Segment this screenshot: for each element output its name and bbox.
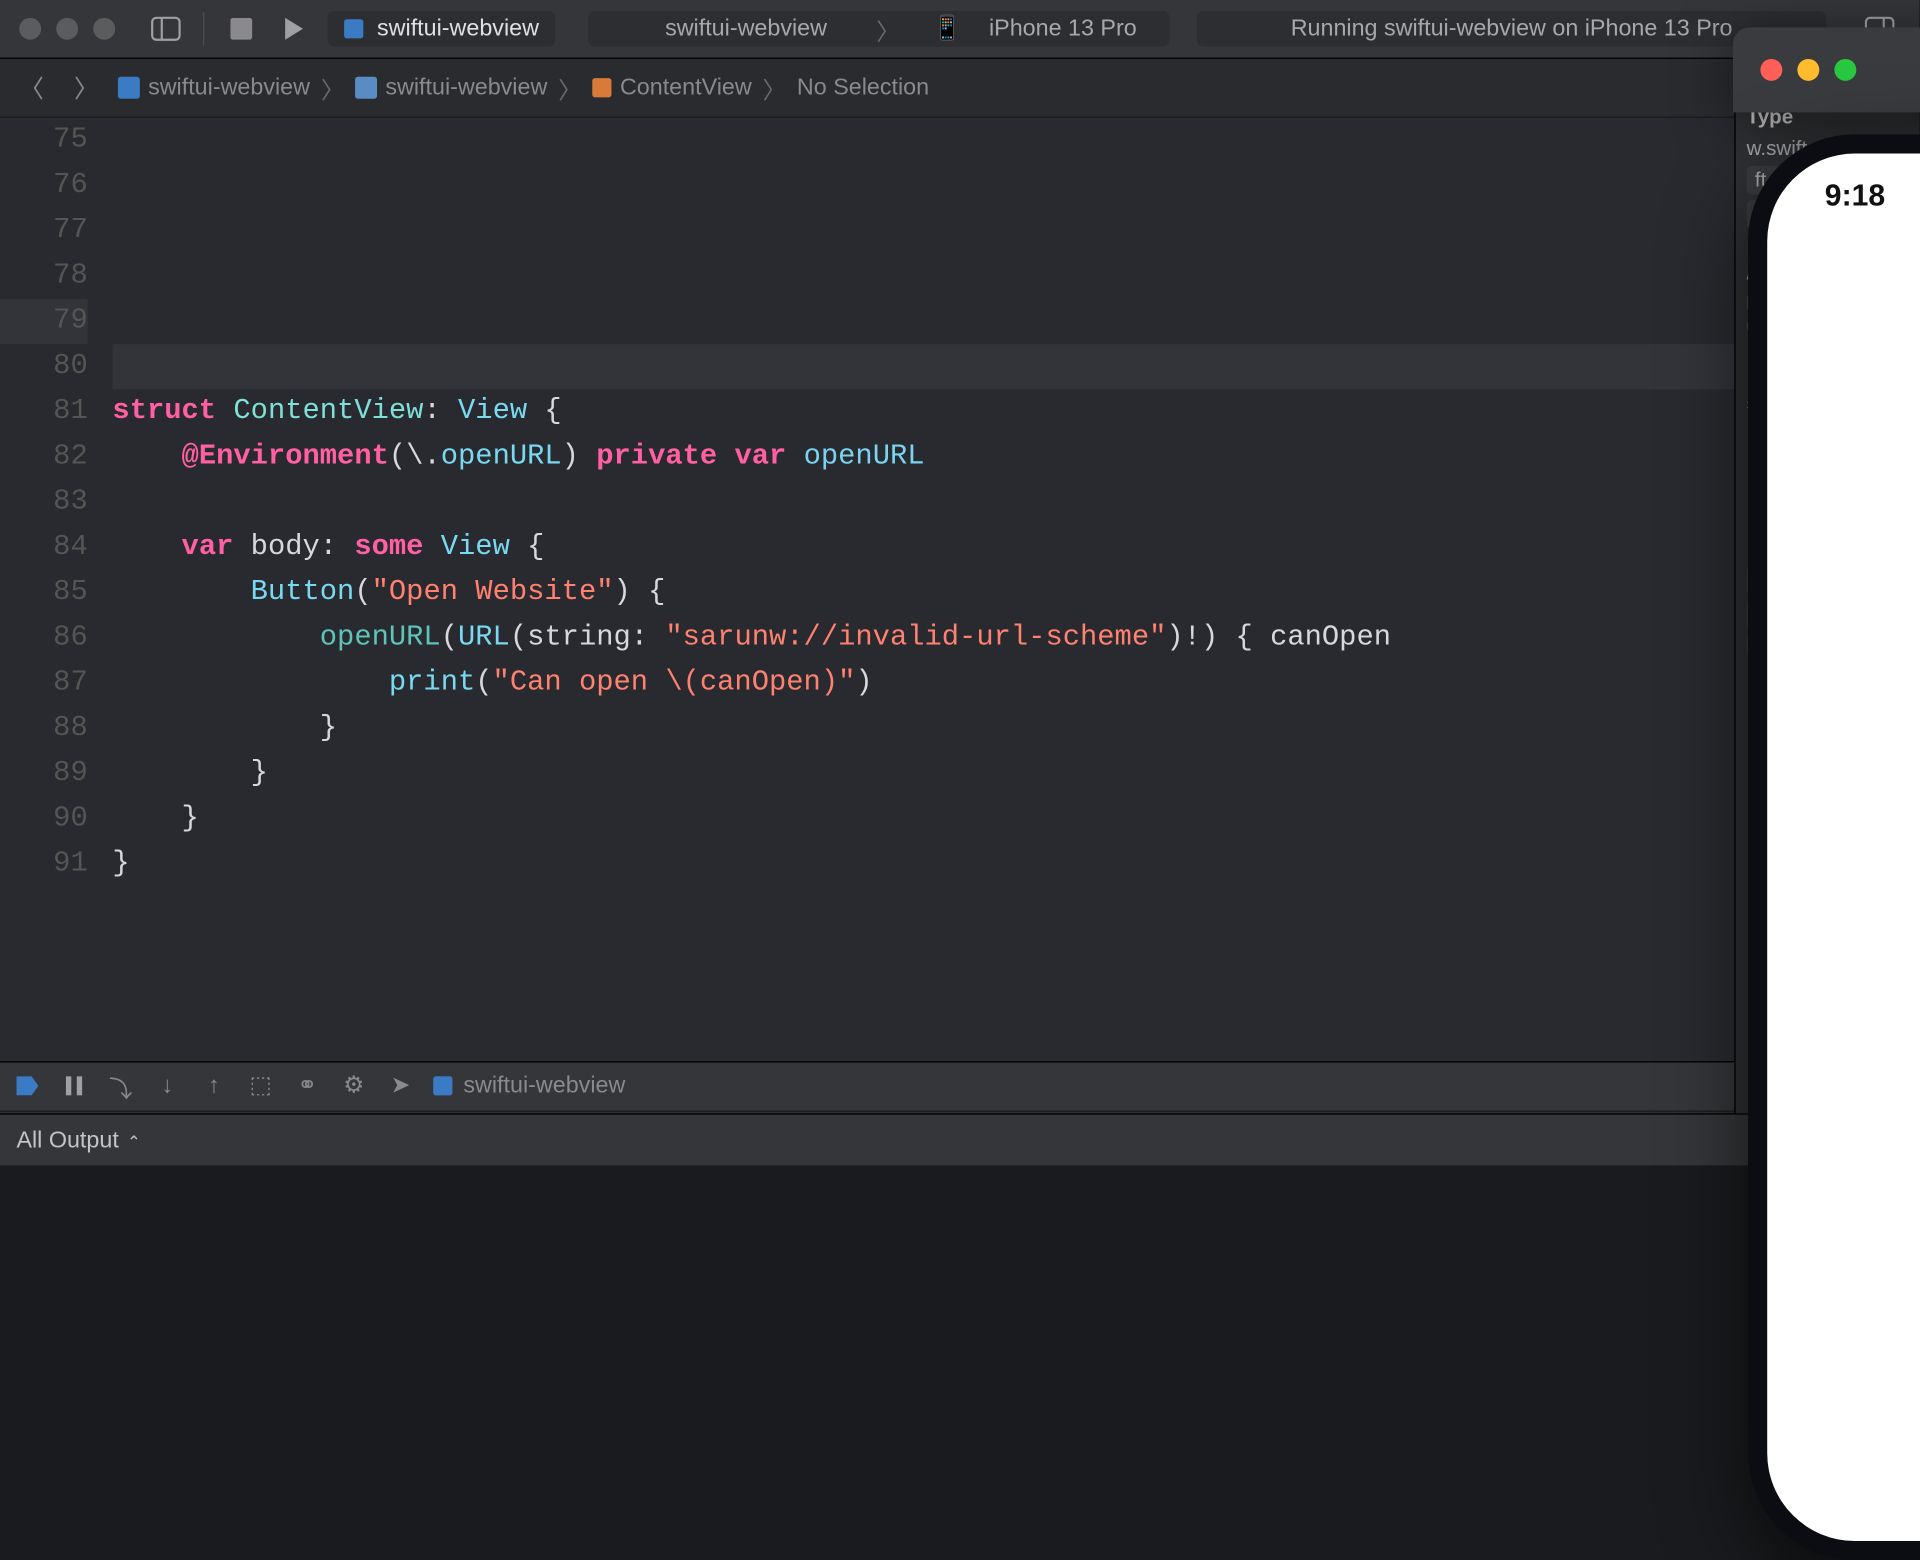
- debug-toolbar: ⤵︎ ↓ ↑ ⬚ ⚭ ⚙︎ ➤ swiftui-webview: [0, 1061, 1919, 1112]
- breadcrumb-item[interactable]: swiftui-webview: [118, 74, 310, 101]
- project-name-label: swiftui-webview: [377, 15, 539, 42]
- forward-button[interactable]: 〉: [63, 70, 110, 106]
- output-selector-bar: All Output⌃ ⊜ Filter: [0, 1113, 1919, 1165]
- iphone-screen[interactable]: 9:18 Open Website: [1767, 154, 1920, 1541]
- memory-graph-icon[interactable]: ⚭: [293, 1072, 320, 1099]
- pause-icon[interactable]: [60, 1072, 87, 1099]
- back-button[interactable]: 〈: [8, 70, 55, 106]
- activity-status: Running swiftui-webview on iPhone 13 Pro: [1197, 11, 1826, 47]
- step-out-icon[interactable]: ↑: [200, 1072, 227, 1099]
- status-text: Running swiftui-webview on iPhone 13 Pro: [1291, 15, 1733, 42]
- output-filter[interactable]: All Output⌃: [16, 1126, 140, 1153]
- app-icon: [433, 1077, 452, 1096]
- breadcrumb-item[interactable]: swiftui-webview: [355, 74, 547, 101]
- sidebar-toggle-icon[interactable]: [148, 11, 184, 47]
- project-icon: [118, 77, 140, 99]
- xcode-toolbar: swiftui-webview swiftui-webview 〉 📱 iPho…: [0, 0, 1919, 59]
- minimize-window-button[interactable]: [56, 18, 78, 40]
- window-traffic-lights[interactable]: [19, 18, 115, 40]
- step-over-icon[interactable]: ⤵︎: [107, 1072, 134, 1099]
- simulator-traffic-lights[interactable]: [1760, 59, 1856, 81]
- run-destination[interactable]: swiftui-webview 〉 📱 iPhone 13 Pro: [588, 11, 1169, 47]
- close-window-button[interactable]: [1760, 59, 1782, 81]
- code-content[interactable]: struct ContentView: View { @Environment(…: [112, 118, 1919, 1060]
- app-icon: [344, 19, 363, 38]
- breadcrumb-selection[interactable]: No Selection: [797, 74, 929, 101]
- destination-label: iPhone 13 Pro: [973, 15, 1154, 42]
- simulator-window-titlebar: iPhone 13 Pro iOS 16.2: [1733, 27, 1920, 112]
- scheme-label: swiftui-webview: [649, 15, 844, 42]
- zoom-window-button[interactable]: [1834, 59, 1856, 81]
- folder-icon: [355, 77, 377, 99]
- breakpoint-toggle-icon[interactable]: [14, 1072, 41, 1099]
- zoom-window-button[interactable]: [93, 18, 115, 40]
- swift-file-icon: [593, 78, 612, 97]
- debug-target[interactable]: swiftui-webview: [433, 1072, 625, 1099]
- stop-button[interactable]: [223, 11, 259, 47]
- step-into-icon[interactable]: ↓: [154, 1072, 181, 1099]
- code-editor[interactable]: 75 76 77 78 79 80 81 82 83 84 85 86 87 8…: [0, 118, 1919, 1060]
- close-window-button[interactable]: [19, 18, 41, 40]
- run-button[interactable]: [276, 11, 312, 47]
- debug-view-icon[interactable]: ⬚: [247, 1072, 274, 1099]
- iphone-simulator: 9:18 Open Website: [1748, 134, 1920, 1560]
- minimize-window-button[interactable]: [1797, 59, 1819, 81]
- jump-bar: 〈 〉 swiftui-webview 〉 swiftui-webview 〉 …: [0, 59, 1919, 118]
- environment-icon[interactable]: ⚙︎: [340, 1072, 367, 1099]
- line-number-gutter: 75 76 77 78 79 80 81 82 83 84 85 86 87 8…: [0, 118, 112, 1060]
- breadcrumb-item[interactable]: ContentView: [593, 74, 752, 101]
- scheme-selector[interactable]: swiftui-webview: [328, 11, 556, 47]
- location-icon[interactable]: ➤: [387, 1072, 414, 1099]
